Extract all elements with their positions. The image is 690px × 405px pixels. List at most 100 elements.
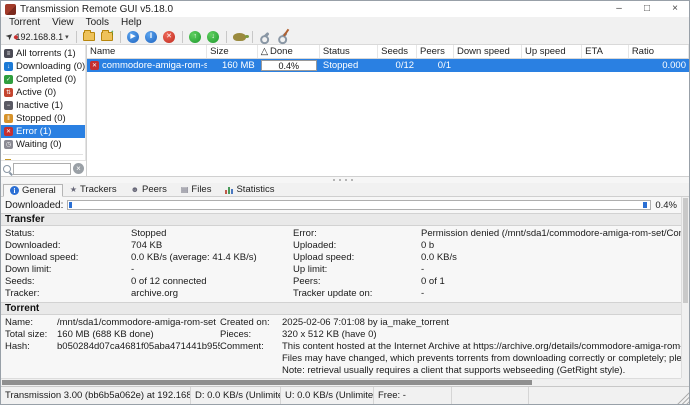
hash-value: b050284d07ca4681f05aba471441b955c2a3200d	[57, 341, 220, 353]
torrent-done-cell: 0.4%	[258, 59, 320, 72]
splitter-handle-icon[interactable]	[333, 179, 357, 181]
table-row[interactable]: ✕ commodore-amiga-rom-set 160 MB 0.4% St…	[87, 59, 689, 72]
start-torrent-button[interactable]: ▶	[126, 30, 141, 44]
host-address: 192.168.8.1	[16, 32, 64, 42]
wrench-screwdriver-icon	[279, 32, 288, 41]
menu-help[interactable]: Help	[115, 17, 148, 29]
details-horizontal-scrollbar[interactable]	[1, 378, 681, 386]
details-vertical-scrollbar[interactable]	[681, 197, 689, 378]
close-button[interactable]: ×	[661, 1, 689, 17]
queue-up-button[interactable]: ↑	[188, 30, 203, 44]
column-header-status[interactable]: Status	[320, 45, 378, 58]
toolbar-separator	[182, 31, 183, 43]
downloaded-progress-row: Downloaded: 0.4%	[1, 197, 681, 213]
peers-value: 0 of 1	[421, 276, 681, 288]
sidebar-item-completed[interactable]: ✓ Completed (0)	[1, 73, 85, 86]
status-bar: Transmission 3.00 (bb6b5a062e) at 192.16…	[1, 386, 689, 404]
up-limit-value: -	[421, 264, 681, 276]
seeds-value: 0 of 12 connected	[131, 276, 293, 288]
pause-torrent-button[interactable]: ‖	[144, 30, 159, 44]
app-options-button[interactable]	[276, 30, 291, 44]
progress-piece	[643, 202, 647, 208]
torrent-error-icon: ✕	[90, 61, 99, 70]
toolbar-separator	[120, 31, 121, 43]
minimize-button[interactable]: –	[605, 1, 633, 17]
sidebar-divider	[3, 154, 83, 155]
uploaded-value: 0 b	[421, 240, 681, 252]
search-input[interactable]	[13, 163, 71, 175]
column-header-up-speed[interactable]: Up speed	[522, 45, 582, 58]
status-cell-empty	[452, 387, 529, 404]
sort-ascending-icon: △	[261, 46, 268, 57]
app-logo-icon	[5, 4, 16, 15]
torrent-down-speed-cell	[454, 59, 522, 72]
tab-statistics[interactable]: Statistics	[218, 183, 281, 196]
done-progress: 0.4%	[261, 60, 317, 71]
sidebar-item-stopped[interactable]: ‖ Stopped (0)	[1, 112, 85, 125]
arrow-up-icon: ↑	[189, 31, 201, 43]
tab-trackers[interactable]: ★ Trackers	[63, 183, 124, 196]
maximize-button[interactable]: □	[633, 1, 661, 17]
downloaded-value: 704 KB	[131, 240, 293, 252]
downloaded-progress-bar	[67, 200, 651, 210]
torrent-peers-cell: 0/1	[417, 59, 454, 72]
torrent-eta-cell	[582, 59, 629, 72]
column-header-peers[interactable]: Peers	[417, 45, 454, 58]
play-icon: ▶	[127, 31, 139, 43]
panel-splitter[interactable]	[1, 177, 689, 183]
tab-files[interactable]: ▤ Files	[174, 183, 219, 196]
column-header-seeds[interactable]: Seeds	[378, 45, 417, 58]
torrent-ratio-cell: 0.000	[629, 59, 689, 72]
window-title: Transmission Remote GUI v5.18.0	[20, 4, 173, 15]
resize-grip[interactable]	[677, 387, 689, 404]
torrent-table: Name Size △Done Status Seeds Peers Down …	[87, 45, 689, 176]
torrent-size-cell: 160 MB	[207, 59, 258, 72]
sidebar-item-inactive[interactable]: − Inactive (1)	[1, 99, 85, 112]
remove-torrent-button[interactable]: ✕	[162, 30, 177, 44]
inactive-icon: −	[4, 101, 13, 110]
menu-view[interactable]: View	[46, 17, 80, 29]
transfer-grid: Status: Stopped Error: Permission denied…	[1, 226, 681, 302]
column-header-eta[interactable]: ETA	[582, 45, 629, 58]
add-torrent-button[interactable]	[82, 30, 97, 44]
column-header-name[interactable]: Name	[87, 45, 207, 58]
pause-icon: ‖	[145, 31, 157, 43]
details-vertical-scrollbar-thumb[interactable]	[683, 198, 688, 303]
sidebar-item-all-torrents[interactable]: ≡ All torrents (1)	[1, 47, 85, 60]
queue-down-button[interactable]: ↓	[206, 30, 221, 44]
tab-general[interactable]: i General	[3, 184, 63, 197]
column-header-ratio[interactable]: Ratio	[629, 45, 689, 58]
add-torrent-url-button[interactable]: ↑	[100, 30, 115, 44]
tab-peers[interactable]: ☻ Peers	[124, 183, 174, 196]
progress-piece	[69, 202, 72, 208]
column-header-down-speed[interactable]: Down speed	[454, 45, 522, 58]
torrent-seeds-cell: 0/12	[378, 59, 417, 72]
menu-torrent[interactable]: Torrent	[3, 17, 46, 29]
tracker-update-value: -	[421, 288, 681, 300]
turtle-icon	[233, 33, 246, 41]
connect-dropdown[interactable]: ➤ 192.168.8.1 ▾	[4, 31, 71, 42]
sidebar-scrollbar[interactable]	[85, 45, 86, 160]
toolbar-separator	[76, 31, 77, 43]
torrent-options-button[interactable]	[258, 30, 273, 44]
column-header-done[interactable]: △Done	[258, 45, 320, 58]
sidebar-item-error[interactable]: ✕ Error (1)	[1, 125, 85, 138]
menu-bar: Torrent View Tools Help	[1, 17, 689, 29]
tracker-value: archive.org	[131, 288, 293, 300]
chevron-down-icon: ▾	[65, 33, 69, 41]
torrent-name-cell: ✕ commodore-amiga-rom-set	[87, 59, 207, 72]
torrent-section-header: Torrent	[1, 302, 681, 315]
alt-speed-button[interactable]	[232, 30, 247, 44]
sidebar-item-downloading[interactable]: ↓ Downloading (0)	[1, 60, 85, 73]
sidebar-item-waiting[interactable]: ◷ Waiting (0)	[1, 138, 85, 151]
column-header-size[interactable]: Size	[207, 45, 258, 58]
clear-search-button[interactable]: ×	[73, 163, 84, 174]
connect-icon: ➤	[3, 30, 16, 43]
details-horizontal-scrollbar-thumb[interactable]	[2, 380, 532, 385]
filter-search-row: ×	[1, 160, 86, 176]
sidebar-item-active[interactable]: ⇅ Active (0)	[1, 86, 85, 99]
stopped-icon: ‖	[4, 114, 13, 123]
error-value: Permission denied (/mnt/sda1/commodore-a…	[421, 228, 681, 240]
completed-icon: ✓	[4, 75, 13, 84]
filter-sidebar: ≡ All torrents (1) ↓ Downloading (0) ✓ C…	[1, 45, 87, 176]
